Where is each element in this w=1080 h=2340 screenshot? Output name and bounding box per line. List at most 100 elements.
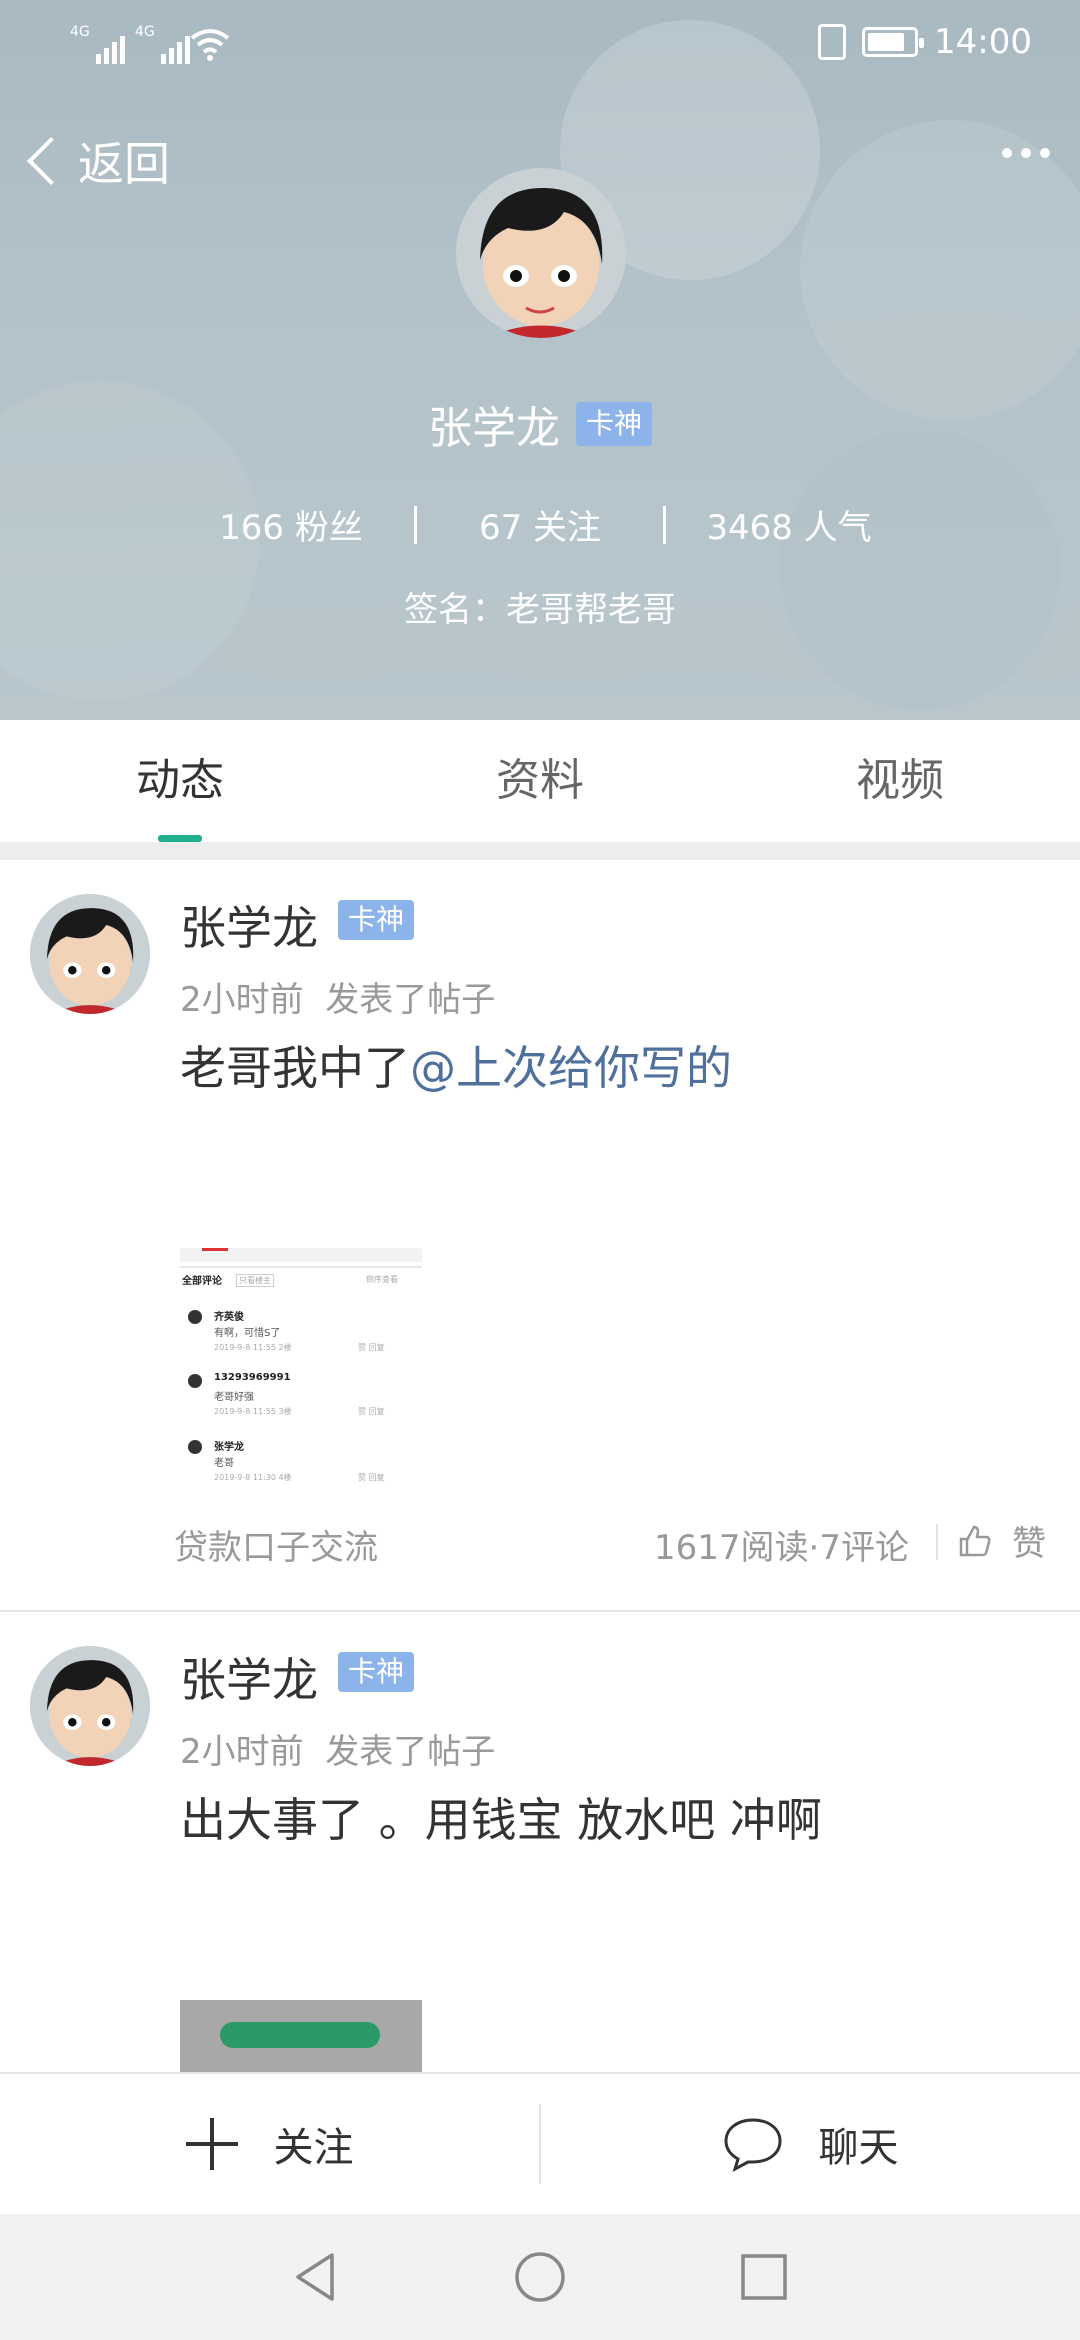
post-card[interactable]: 张学龙 卡神 2小时前 发表了帖子 老哥我中了@上次给你写的 全部评论 只看楼主… (0, 860, 1080, 1610)
avatar[interactable] (30, 894, 150, 1014)
post-image[interactable] (180, 2000, 422, 2072)
avatar[interactable] (30, 1646, 150, 1766)
tab-label: 资料 (496, 755, 584, 806)
post-meta: 2小时前 发表了帖子 (180, 1724, 495, 1773)
status-right: 14:00 (818, 22, 1032, 62)
post-text: 出大事了 。用钱宝 放水吧 冲啊 (180, 1784, 822, 1850)
avatar (188, 1310, 202, 1324)
image-button-shape (220, 2022, 380, 2048)
post-author[interactable]: 张学龙 (180, 1644, 318, 1710)
profile-stats: 166 粉丝 67 关注 3468 人气 (0, 500, 1080, 549)
thumb-comment: 老哥好强 (214, 1392, 254, 1403)
tab-posts[interactable]: 动态 (0, 720, 360, 842)
thumb-tag: 只看楼主 (236, 1274, 274, 1287)
section-separator (0, 842, 1080, 860)
post-card[interactable]: 张学龙 卡神 2小时前 发表了帖子 出大事了 。用钱宝 放水吧 冲啊 (0, 1612, 1080, 2072)
stat-label: 粉丝 (294, 508, 363, 548)
tab-videos[interactable]: 视频 (720, 720, 1080, 842)
status-badge: 卡神 (338, 1652, 415, 1692)
tab-indicator (158, 835, 202, 842)
follow-label: 关注 (273, 2125, 354, 2171)
system-nav-bar (0, 2214, 1080, 2340)
avatar (188, 1374, 202, 1388)
nav-recents-icon[interactable] (740, 2253, 788, 2301)
stat-label: 关注 (533, 508, 602, 548)
profile-screen: 4G 4G 14:00 返回 张学龙 卡神 166 粉丝 67 关注 3468 … (0, 0, 1080, 2340)
stat-following[interactable]: 67 关注 (417, 500, 663, 549)
chat-bubble-icon (723, 2118, 782, 2172)
clock: 14:00 (934, 22, 1032, 62)
post-meta: 2小时前 发表了帖子 (180, 972, 495, 1021)
thumb-actions: 赞 回复 (358, 1407, 385, 1416)
back-label: 返回 (78, 137, 170, 191)
post-forum-link[interactable]: 贷款口子交流 (174, 1520, 378, 1569)
avatar-illustration (456, 168, 626, 338)
signal-group: 4G 4G (70, 24, 190, 64)
tab-label: 动态 (136, 755, 224, 806)
chevron-left-icon (26, 136, 76, 186)
network-type: 4G (70, 24, 90, 40)
post-body: 老哥我中了 (180, 1041, 410, 1095)
post-stats: 1617阅读·7评论 (654, 1528, 909, 1568)
thumbs-up-icon (959, 1525, 991, 1556)
vibrate-icon (818, 24, 847, 60)
stat-followers[interactable]: 166 粉丝 (168, 500, 414, 549)
back-button[interactable]: 返回 (22, 128, 170, 194)
thumb-meta: 2019-9-8 11:55 3楼 (214, 1407, 292, 1416)
thumb-user: 齐英俊 (214, 1312, 244, 1323)
post-author[interactable]: 张学龙 (180, 892, 318, 958)
thumb-header: 全部评论 (182, 1276, 222, 1287)
signal-icon: 4G (70, 24, 125, 64)
avatar-illustration (30, 1646, 150, 1766)
stat-value: 3468 (706, 508, 793, 548)
profile-signature: 签名：老哥帮老哥 (404, 590, 676, 630)
divider (936, 1524, 938, 1560)
stat-value: 67 (478, 508, 523, 548)
thumb-actions: 赞 回复 (358, 1473, 385, 1482)
tab-label: 视频 (856, 755, 944, 806)
post-image[interactable]: 全部评论 只看楼主 倒序查看 齐英俊 有啊，可惜S了 2019-9-8 11:5… (180, 1248, 422, 1496)
background-decoration (780, 430, 1060, 710)
thumb-meta: 2019-9-8 11:55 2楼 (214, 1343, 292, 1352)
thumb-comment: 老哥 (214, 1458, 234, 1469)
thumb-meta: 2019-9-8 11:30 4楼 (214, 1473, 292, 1482)
nav-back-icon[interactable] (292, 2251, 340, 2303)
stat-value: 166 (219, 508, 285, 548)
avatar (188, 1440, 202, 1454)
thumb-actions: 赞 回复 (358, 1343, 385, 1352)
battery-icon (862, 27, 925, 57)
profile-name: 张学龙 (427, 403, 560, 454)
stat-label: 人气 (803, 508, 872, 548)
thumb-comment: 有啊，可惜S了 (214, 1328, 281, 1339)
wifi-icon (190, 29, 230, 61)
status-badge: 卡神 (575, 402, 652, 446)
post-time: 2小时前 (180, 980, 304, 1020)
tab-info[interactable]: 资料 (360, 720, 720, 842)
like-label: 赞 (1012, 1524, 1046, 1564)
avatar-illustration (30, 894, 150, 1014)
post-mention-link[interactable]: @上次给你写的 (410, 1041, 732, 1095)
like-button[interactable]: 赞 (958, 1516, 1046, 1565)
more-dots-icon[interactable] (1002, 148, 1050, 158)
bottom-action-bar: 关注 聊天 (0, 2072, 1080, 2214)
post-time: 2小时前 (180, 1732, 304, 1772)
chat-button[interactable]: 聊天 (541, 2073, 1080, 2215)
status-badge: 卡神 (338, 900, 415, 940)
image-accent (202, 1248, 228, 1251)
status-bar: 4G 4G 14:00 (0, 0, 1080, 90)
thumb-user: 张学龙 (214, 1442, 244, 1453)
thumb-user: 13293969991 (214, 1372, 291, 1383)
thumb-sort: 倒序查看 (366, 1275, 398, 1284)
network-type: 4G (135, 24, 155, 40)
avatar[interactable] (456, 168, 626, 338)
post-action: 发表了帖子 (325, 980, 496, 1020)
post-body: 出大事了 。用钱宝 放水吧 冲啊 (180, 1793, 822, 1847)
nav-home-icon[interactable] (514, 2251, 566, 2303)
follow-button[interactable]: 关注 (0, 2073, 539, 2215)
profile-name-row: 张学龙 卡神 (0, 392, 1080, 456)
plus-icon (185, 2118, 238, 2170)
profile-tabs: 动态 资料 视频 (0, 720, 1080, 842)
profile-header: 4G 4G 14:00 返回 张学龙 卡神 166 粉丝 67 关注 3468 … (0, 0, 1080, 720)
stat-popularity: 3468 人气 (666, 500, 912, 549)
background-decoration (800, 120, 1080, 420)
